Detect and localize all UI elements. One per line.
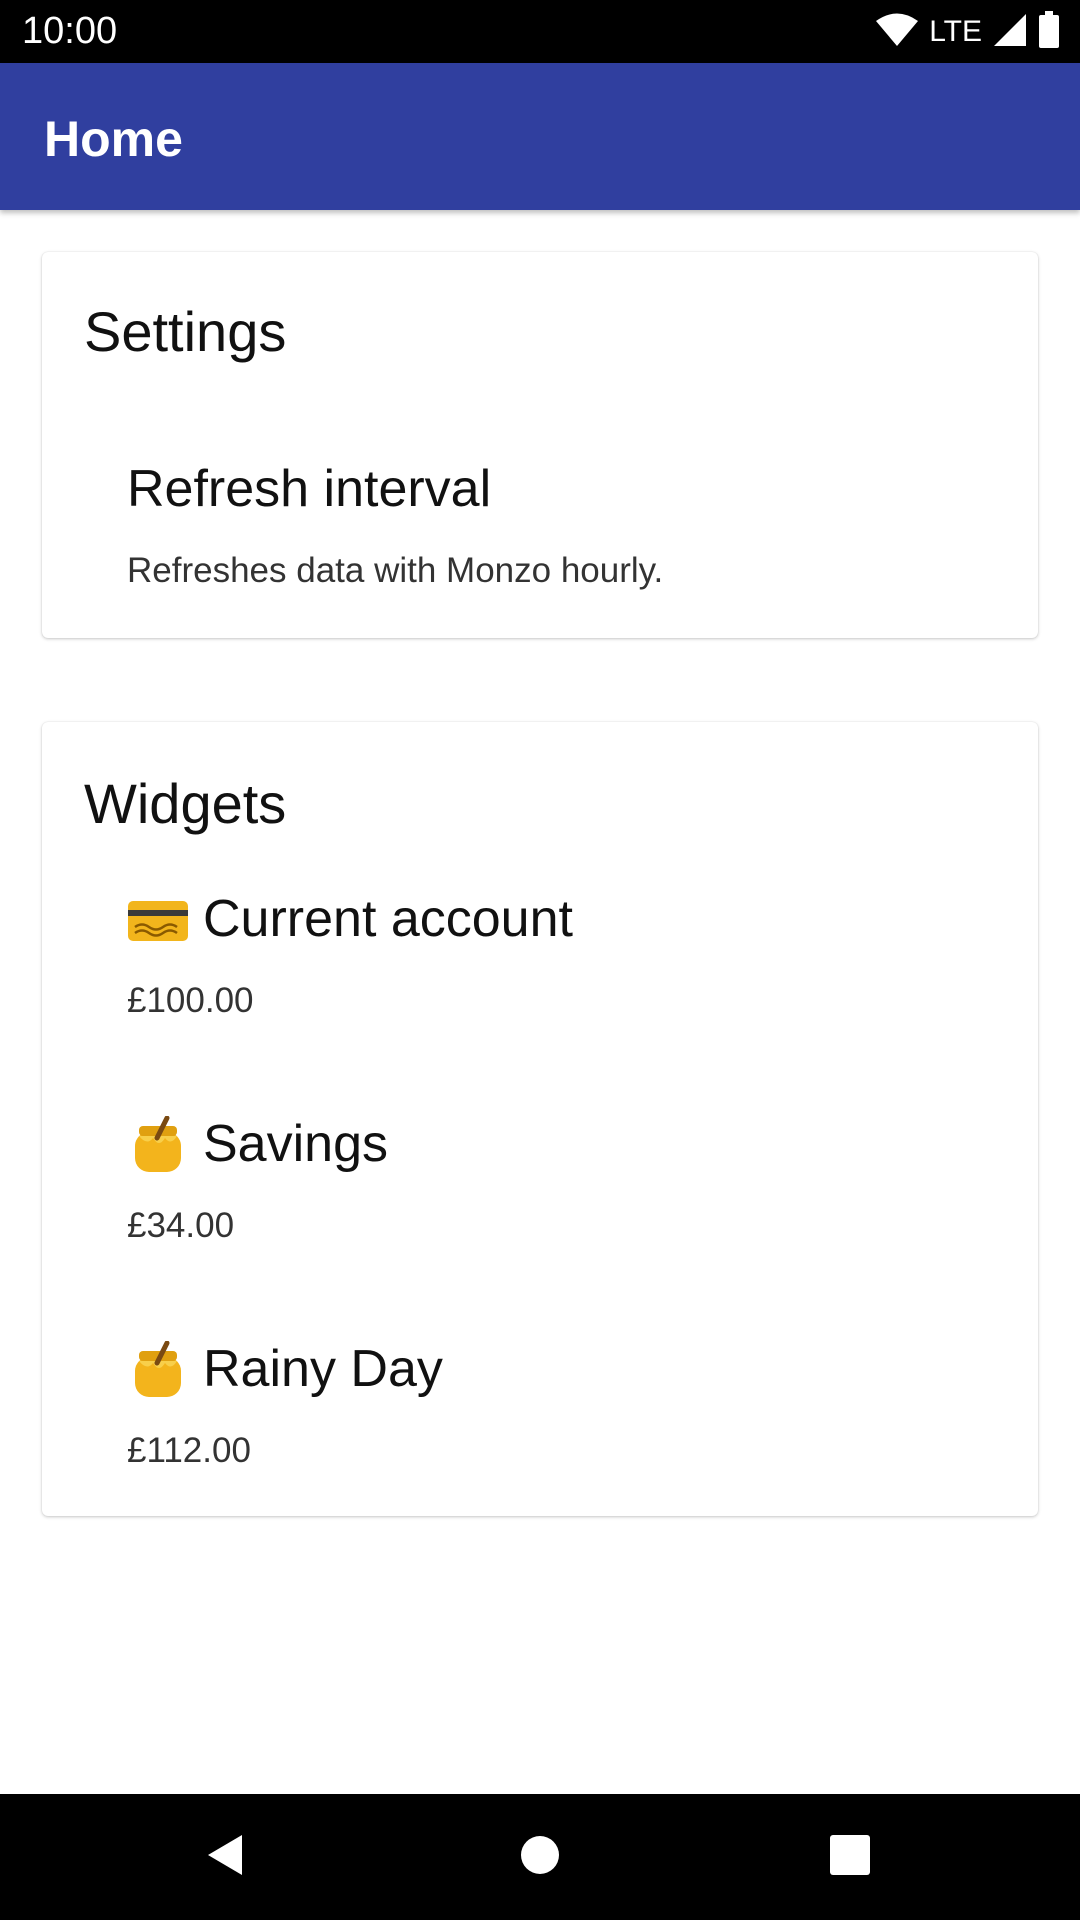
- refresh-interval-summary: Refreshes data with Monzo hourly.: [127, 551, 664, 590]
- settings-title: Settings: [84, 300, 287, 363]
- widget-item-title: Rainy Day: [127, 1338, 443, 1400]
- honey-pot-emoji-icon: [127, 1115, 189, 1172]
- widget-item-title: Current account: [127, 888, 573, 950]
- credit-card-emoji-icon: [127, 891, 189, 947]
- navigation-bar: [0, 1794, 1080, 1920]
- wifi-icon: [875, 12, 919, 53]
- status-time: 10:00: [22, 10, 118, 52]
- app-bar: Home: [0, 63, 1080, 210]
- status-icons: LTE: [875, 10, 1060, 54]
- widgets-card: Widgets Current account £100.00 Savings …: [42, 722, 1038, 1516]
- network-type-label: LTE: [929, 15, 982, 48]
- recents-icon: [829, 1834, 871, 1881]
- widgets-title: Widgets: [84, 772, 287, 835]
- cell-signal-icon: [992, 12, 1028, 53]
- settings-card: Settings Refresh interval Refreshes data…: [42, 252, 1038, 638]
- widget-item-label: Savings: [203, 1115, 388, 1173]
- widget-item-label: Current account: [203, 890, 573, 948]
- home-button[interactable]: [507, 1824, 573, 1890]
- back-icon: [202, 1831, 250, 1884]
- widget-item-amount: £112.00: [127, 1431, 251, 1470]
- home-icon: [518, 1833, 562, 1882]
- battery-icon: [1038, 10, 1060, 54]
- widget-item-amount: £100.00: [127, 981, 254, 1020]
- back-button[interactable]: [193, 1824, 259, 1890]
- screen: 10:00 LTE Home Settings Refresh interval…: [0, 0, 1080, 1920]
- honey-pot-emoji-icon: [127, 1340, 189, 1397]
- page-title: Home: [44, 111, 183, 167]
- recents-button[interactable]: [817, 1824, 883, 1890]
- widget-item-amount: £34.00: [127, 1206, 235, 1245]
- widget-item-label: Rainy Day: [203, 1340, 443, 1398]
- widget-item-title: Savings: [127, 1113, 388, 1175]
- status-bar: 10:00 LTE: [0, 0, 1080, 63]
- refresh-interval-title: Refresh interval: [127, 460, 492, 518]
